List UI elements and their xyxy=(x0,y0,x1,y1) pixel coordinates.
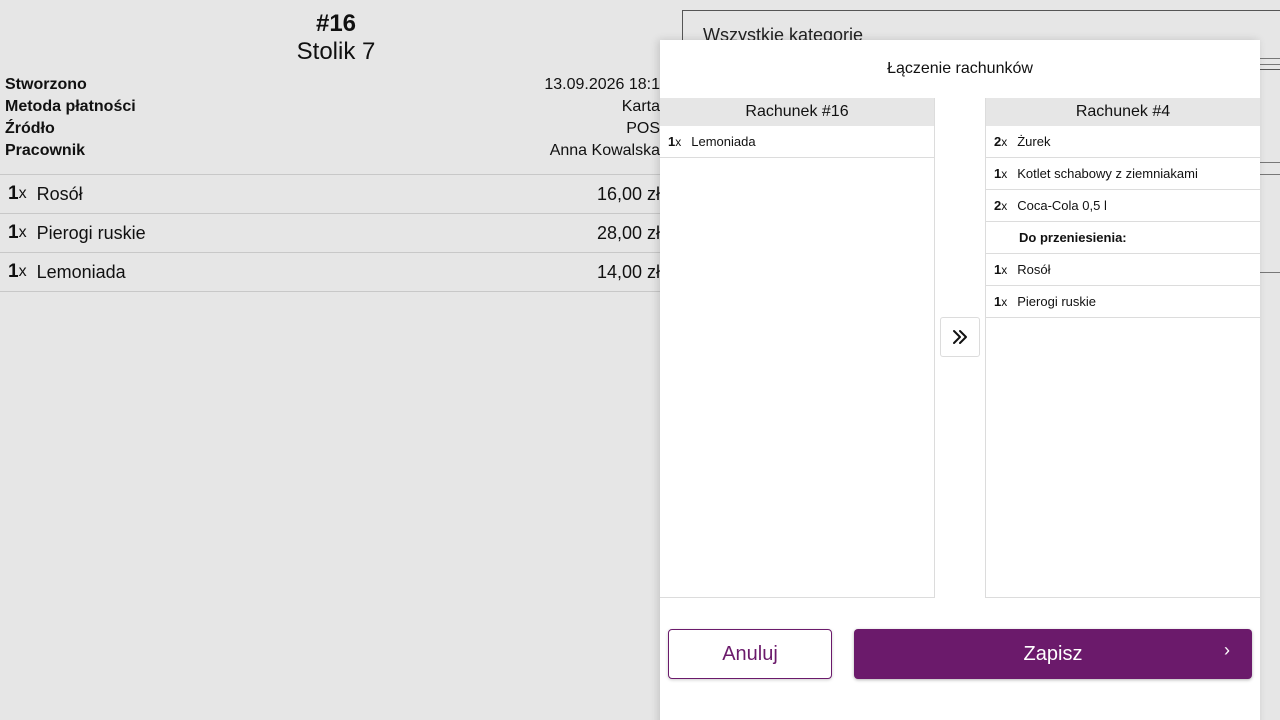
list-item[interactable]: 1x Pierogi ruskie xyxy=(986,286,1260,318)
item-qty: 2 xyxy=(994,134,1002,149)
transfer-section-header: Do przeniesienia: xyxy=(986,222,1260,254)
item-x: x xyxy=(1001,294,1008,309)
meta-value: 13.09.2026 18:1 xyxy=(544,76,660,93)
save-button[interactable]: Zapisz › xyxy=(854,629,1252,679)
meta-label: Stworzono xyxy=(5,76,87,93)
receipt-item[interactable]: 1 x Pierogi ruskie 28,00 zł xyxy=(0,214,672,253)
target-bill-title: Rachunek #4 xyxy=(986,98,1260,126)
list-item[interactable]: 1x Lemoniada xyxy=(660,126,934,158)
item-name: Żurek xyxy=(1017,134,1051,149)
item-price: 14,00 zł xyxy=(596,261,660,282)
divider xyxy=(1258,64,1280,65)
target-bill-panel: Rachunek #4 2x Żurek 1x Kotlet schabowy … xyxy=(985,98,1260,598)
item-x: x xyxy=(1001,198,1008,213)
item-x: x xyxy=(1001,262,1008,277)
source-bill-panel: Rachunek #16 1x Lemoniada xyxy=(660,98,935,598)
item-x: x xyxy=(18,185,27,202)
item-x: x xyxy=(1001,134,1008,149)
list-item[interactable]: 2x Żurek xyxy=(986,126,1260,158)
item-qty: 1 xyxy=(994,166,1002,181)
item-x: x xyxy=(675,134,682,149)
item-x: x xyxy=(18,224,27,241)
item-qty: 1 xyxy=(8,261,19,282)
divider xyxy=(1258,174,1280,175)
chevron-right-icon: › xyxy=(1224,640,1230,660)
meta-value: Anna Kowalska xyxy=(549,142,660,159)
list-item[interactable]: 2x Coca-Cola 0,5 l xyxy=(986,190,1260,222)
item-qty: 1 xyxy=(994,294,1002,309)
meta-label: Pracownik xyxy=(5,142,86,159)
meta-label: Metoda płatności xyxy=(5,98,136,115)
receipt-item[interactable]: 1 x Lemoniada 14,00 zł xyxy=(0,253,672,292)
item-name: Coca-Cola 0,5 l xyxy=(1017,198,1107,213)
item-name: Pierogi ruskie xyxy=(36,222,146,243)
meta-row-created: Stworzono 13.09.2026 18:1 xyxy=(5,74,660,96)
order-number: #16 xyxy=(315,10,357,37)
divider xyxy=(1258,58,1280,59)
item-qty: 1 xyxy=(8,183,19,204)
item-name: Rosół xyxy=(1017,262,1051,277)
cancel-button[interactable]: Anuluj xyxy=(668,629,832,679)
meta-row-payment: Metoda płatności Karta xyxy=(5,96,660,118)
item-qty: 2 xyxy=(994,198,1002,213)
divider xyxy=(660,597,934,598)
move-items-button[interactable] xyxy=(940,317,980,357)
transfer-label: Do przeniesienia: xyxy=(1019,230,1127,245)
divider xyxy=(1258,272,1280,273)
merge-bills-modal: Łączenie rachunków Rachunek #16 1x Lemon… xyxy=(660,40,1260,720)
item-qty: 1 xyxy=(668,134,676,149)
list-item[interactable]: 1x Kotlet schabowy z ziemniakami xyxy=(986,158,1260,190)
source-bill-title: Rachunek #16 xyxy=(660,98,934,126)
table-name: Stolik 7 xyxy=(296,38,376,65)
item-x: x xyxy=(18,263,27,280)
order-meta: Stworzono 13.09.2026 18:1 Metoda płatnoś… xyxy=(5,74,660,162)
double-chevron-right-icon xyxy=(953,330,967,344)
divider xyxy=(986,597,1260,598)
item-x: x xyxy=(1001,166,1008,181)
item-name: Kotlet schabowy z ziemniakami xyxy=(1017,166,1198,181)
item-qty: 1 xyxy=(994,262,1002,277)
modal-title: Łączenie rachunków xyxy=(887,60,1033,77)
meta-row-source: Źródło POS xyxy=(5,118,660,140)
item-price: 16,00 zł xyxy=(596,183,660,204)
meta-value: Karta xyxy=(621,98,660,115)
meta-label: Źródło xyxy=(5,120,55,137)
save-button-label: Zapisz xyxy=(1023,642,1083,665)
item-name: Lemoniada xyxy=(691,134,756,149)
item-name: Pierogi ruskie xyxy=(1017,294,1096,309)
receipt-items: 1 x Rosół 16,00 zł 1 x Pierogi ruskie 28… xyxy=(0,174,672,292)
list-item[interactable]: 1x Rosół xyxy=(986,254,1260,286)
item-qty: 1 xyxy=(8,222,19,243)
item-name: Rosół xyxy=(36,183,83,204)
item-price: 28,00 zł xyxy=(596,222,660,243)
receipt-item[interactable]: 1 x Rosół 16,00 zł xyxy=(0,175,672,214)
meta-row-employee: Pracownik Anna Kowalska xyxy=(5,140,660,162)
item-name: Lemoniada xyxy=(36,261,126,282)
order-receipt: #16 Stolik 7 Stworzono 13.09.2026 18:1 M… xyxy=(0,0,672,720)
meta-value: POS xyxy=(626,120,660,137)
divider xyxy=(1258,162,1280,163)
